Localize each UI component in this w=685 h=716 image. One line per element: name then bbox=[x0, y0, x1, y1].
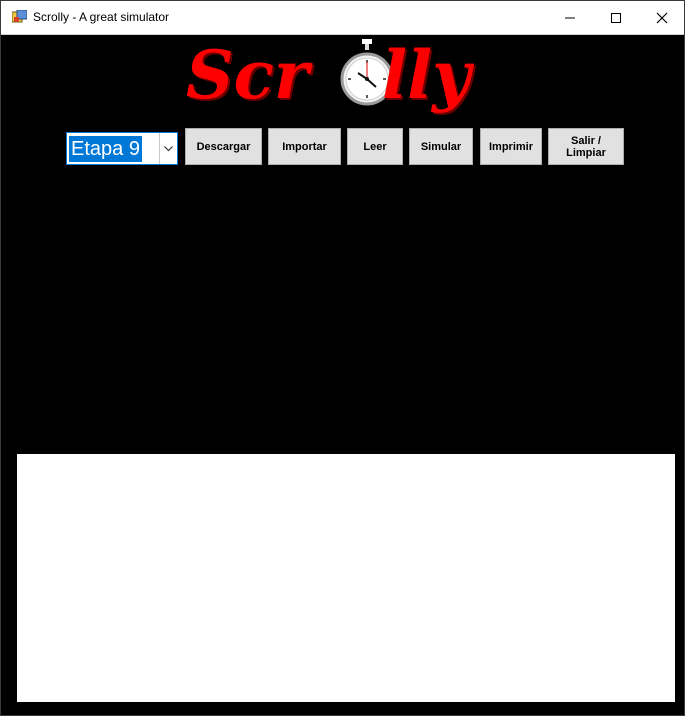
leer-button[interactable]: Leer bbox=[347, 128, 403, 165]
importar-label: Importar bbox=[282, 140, 327, 153]
leer-label: Leer bbox=[363, 140, 387, 153]
chevron-down-icon bbox=[164, 145, 173, 151]
descargar-label: Descargar bbox=[196, 140, 251, 153]
descargar-button[interactable]: Descargar bbox=[185, 128, 262, 165]
logo-text-left: Scr bbox=[186, 36, 309, 114]
stage-selected-value: Etapa 9 bbox=[69, 136, 142, 162]
title-bar[interactable]: Scrolly - A great simulator bbox=[1, 1, 684, 35]
simular-label: Simular bbox=[420, 140, 462, 153]
close-button[interactable] bbox=[639, 1, 685, 34]
simular-button[interactable]: Simular bbox=[409, 128, 473, 165]
maximize-icon bbox=[611, 12, 621, 23]
logo-text-right: lly bbox=[382, 36, 471, 114]
output-panel[interactable] bbox=[17, 454, 675, 702]
salir-label-line2: Limpiar bbox=[566, 146, 606, 159]
scrolly-logo: Scr lly bbox=[184, 35, 514, 115]
salir-label-line1: Salir / bbox=[571, 134, 601, 147]
app-window: Scrolly - A great simulator Scr lly Etap… bbox=[0, 0, 685, 716]
imprimir-button[interactable]: Imprimir bbox=[480, 128, 542, 165]
window-title: Scrolly - A great simulator bbox=[33, 10, 170, 24]
salir-limpiar-button[interactable]: Salir / Limpiar bbox=[548, 128, 624, 165]
maximize-button[interactable] bbox=[593, 1, 639, 34]
dropdown-arrow[interactable] bbox=[159, 133, 177, 164]
stage-dropdown[interactable]: Etapa 9 bbox=[66, 132, 178, 165]
app-icon bbox=[12, 10, 27, 23]
imprimir-label: Imprimir bbox=[488, 140, 533, 153]
minimize-icon bbox=[565, 17, 575, 18]
importar-button[interactable]: Importar bbox=[268, 128, 341, 165]
minimize-button[interactable] bbox=[547, 1, 593, 34]
close-icon bbox=[656, 12, 668, 23]
